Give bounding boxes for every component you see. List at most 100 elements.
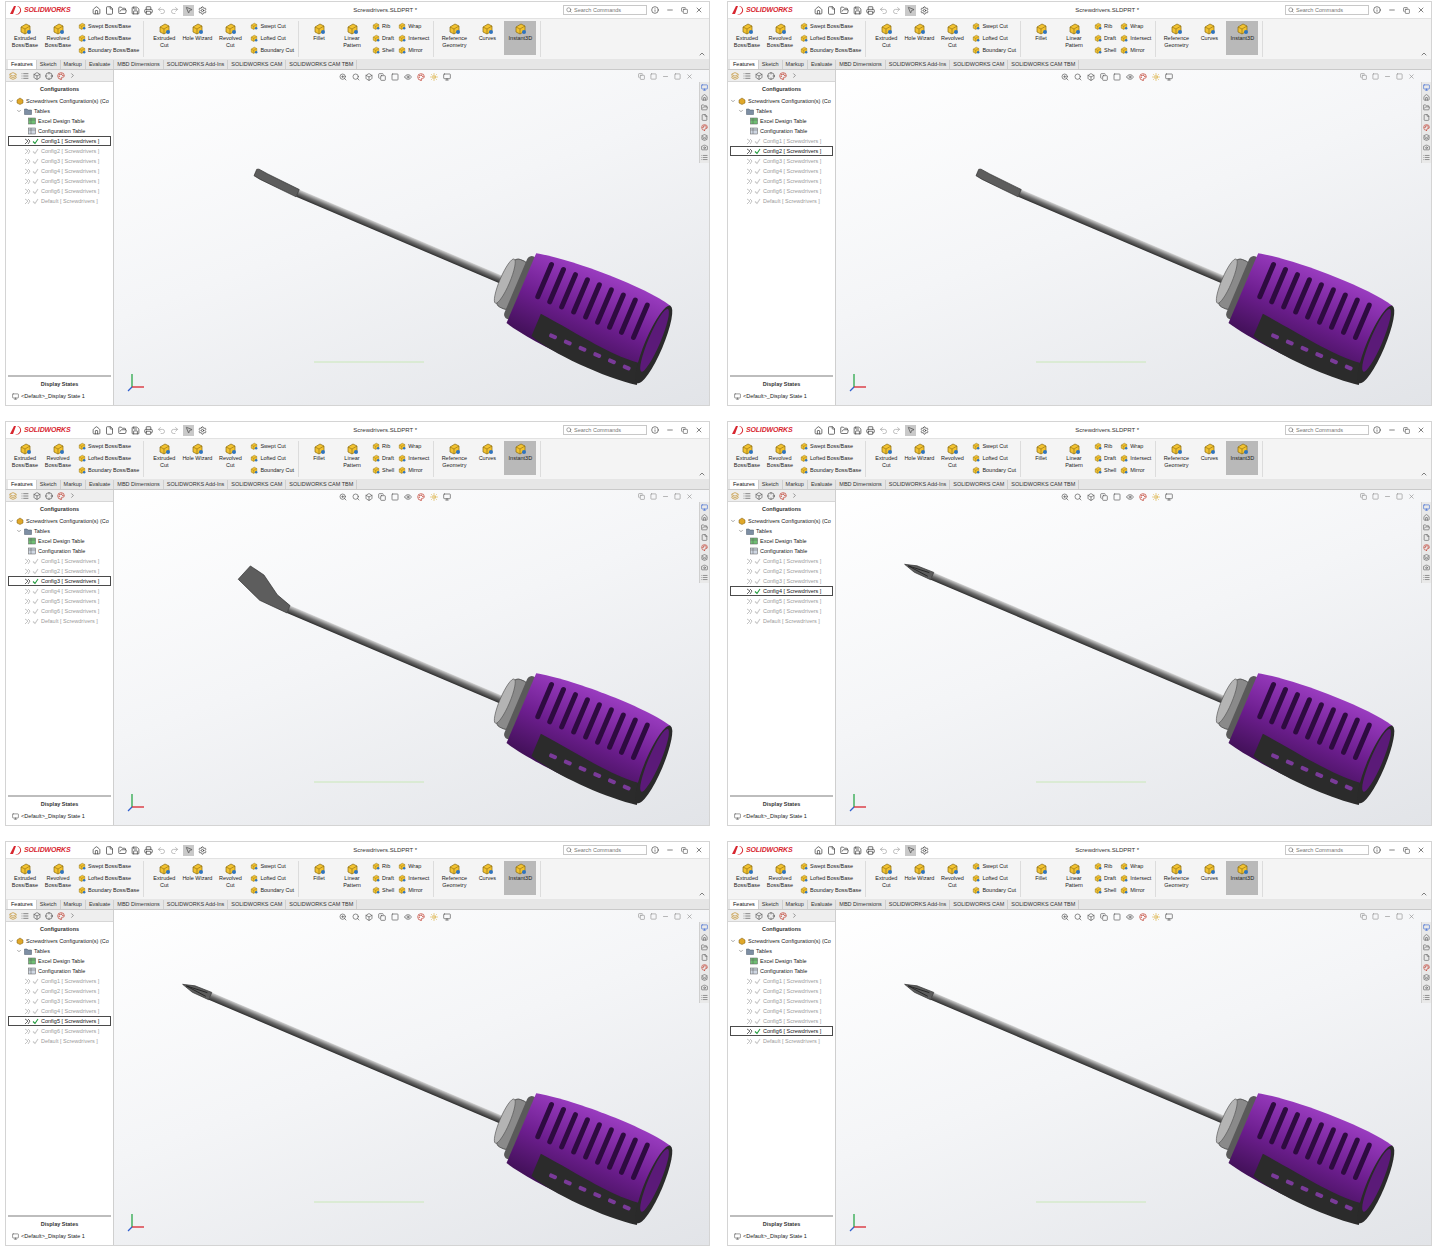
zoom-icon[interactable] [1061,493,1069,501]
tab[interactable]: SOLIDWORKS CAM TBM [286,480,357,489]
ribbon-button[interactable]: Fillet [303,21,335,55]
configuration-manager-icon[interactable] [755,912,763,920]
dimxpert-icon[interactable] [45,72,53,80]
tab[interactable]: Sketch [37,60,61,69]
ribbon-small-button[interactable]: Shell [1094,885,1116,895]
app-logo[interactable]: SOLIDWORKS [731,425,792,436]
home-tab-icon[interactable] [701,94,708,101]
section-view-icon[interactable] [378,493,386,501]
help-icon[interactable] [651,846,659,854]
tab[interactable]: SOLIDWORKS CAM TBM [286,60,357,69]
graphics-area[interactable] [836,910,1431,1245]
tree-root[interactable]: Screwdrivers Configuration(s) (Co [730,516,833,526]
tab[interactable]: SOLIDWORKS CAM TBM [1008,900,1079,909]
ribbon-small-button[interactable]: Shell [372,885,394,895]
ribbon-button[interactable]: Curves [471,441,503,475]
viewport-close-icon[interactable] [686,73,693,80]
tab[interactable]: Evaluate [86,60,114,69]
display-manager-icon[interactable] [57,912,65,920]
configuration-item[interactable]: Default [ Screwdrivers ] [730,196,833,206]
configuration-item[interactable]: Config5 [ Screwdrivers ] [8,1016,111,1026]
configuration-item[interactable]: Config1 [ Screwdrivers ] [730,556,833,566]
ribbon-small-button[interactable]: Lofted Boss/Base [78,453,139,463]
configuration-item[interactable]: Config6 [ Screwdrivers ] [8,606,111,616]
new-file-icon[interactable] [105,6,114,15]
tab[interactable]: SOLIDWORKS CAM [228,900,286,909]
ribbon-button[interactable]: Extruded Cut [870,441,902,475]
select-button[interactable] [905,5,916,16]
tab[interactable]: Markup [783,900,808,909]
screwdriver-model[interactable] [836,70,1431,405]
hide-show-icon[interactable] [1126,913,1134,921]
ribbon-small-button[interactable]: Rib [372,441,394,451]
configuration-item[interactable]: Config4 [ Screwdrivers ] [730,586,833,596]
print-icon[interactable] [866,6,875,15]
zoom-icon[interactable] [339,913,347,921]
tree-root[interactable]: Screwdrivers Configuration(s) (Co [8,96,111,106]
property-manager-icon[interactable] [21,72,29,80]
configuration-item[interactable]: Config6 [ Screwdrivers ] [730,606,833,616]
new-file-icon[interactable] [105,846,114,855]
ribbon-button[interactable]: Extruded Boss/Base [9,21,41,55]
save-icon[interactable] [853,846,862,855]
configuration-item[interactable]: Config2 [ Screwdrivers ] [8,986,111,996]
custom-properties-icon[interactable] [701,134,708,141]
tree-root[interactable]: Screwdrivers Configuration(s) (Co [730,936,833,946]
tab[interactable]: Features [730,480,759,489]
tab[interactable]: Features [8,60,37,69]
tab[interactable]: Sketch [37,900,61,909]
split-view-icon[interactable] [638,73,645,80]
property-manager-icon[interactable] [743,492,751,500]
app-logo[interactable]: SOLIDWORKS [9,845,70,856]
tab[interactable]: Features [730,900,759,909]
forum-icon[interactable] [1423,574,1430,581]
table-item[interactable]: Excel Design Table [8,536,111,546]
zoom-icon[interactable] [1061,913,1069,921]
section-view-icon[interactable] [378,913,386,921]
resources-icon[interactable] [701,504,708,511]
home-icon[interactable] [814,426,823,435]
home-icon[interactable] [92,846,101,855]
view-settings-icon[interactable] [443,73,451,81]
ribbon-small-button[interactable]: Boundary Cut [250,45,294,55]
tile-icon[interactable] [1372,493,1379,500]
viewport-maximize-icon[interactable] [1396,913,1403,920]
restore-icon[interactable] [681,847,688,854]
library-icon[interactable] [701,944,708,951]
display-style-icon[interactable] [1113,913,1121,921]
ribbon-button[interactable]: Fillet [303,441,335,475]
configuration-item[interactable]: Config1 [ Screwdrivers ] [730,976,833,986]
redo-icon[interactable] [892,6,901,15]
display-state-item[interactable]: <Default>_Display State 1 [8,391,111,401]
graphics-area[interactable] [836,490,1431,825]
view-palette-icon[interactable] [701,144,708,151]
ribbon-small-button[interactable]: Shell [1094,45,1116,55]
select-button[interactable] [905,425,916,436]
search-box[interactable]: Search Commands [563,425,647,435]
display-state-item[interactable]: <Default>_Display State 1 [730,811,833,821]
table-item[interactable]: Excel Design Table [730,536,833,546]
appearances-tab-icon[interactable] [1423,124,1430,131]
expand-icon[interactable] [730,938,736,944]
search-box[interactable]: Search Commands [1285,845,1369,855]
collapse-ribbon-icon[interactable] [698,470,706,478]
ribbon-button[interactable]: Curves [1193,21,1225,55]
ribbon-button[interactable]: Instant3D [1226,441,1258,475]
tab[interactable]: SOLIDWORKS Add-Ins [164,480,228,489]
display-style-icon[interactable] [391,913,399,921]
split-view-icon[interactable] [1360,913,1367,920]
screwdriver-model[interactable] [114,70,709,405]
configuration-item[interactable]: Default [ Screwdrivers ] [730,616,833,626]
scene-icon[interactable] [430,73,438,81]
tab[interactable]: Evaluate [86,900,114,909]
options-icon[interactable] [920,846,929,855]
ribbon-button[interactable]: Revolved Cut [936,441,968,475]
tab[interactable]: Features [730,60,759,69]
tab[interactable]: Sketch [37,480,61,489]
ribbon-button[interactable]: Linear Pattern [336,441,368,475]
more-tabs-icon[interactable] [69,912,76,919]
minimize-icon[interactable] [1388,6,1396,14]
display-manager-icon[interactable] [57,492,65,500]
ribbon-small-button[interactable]: Swept Cut [972,861,1016,871]
configuration-item[interactable]: Config4 [ Screwdrivers ] [730,166,833,176]
